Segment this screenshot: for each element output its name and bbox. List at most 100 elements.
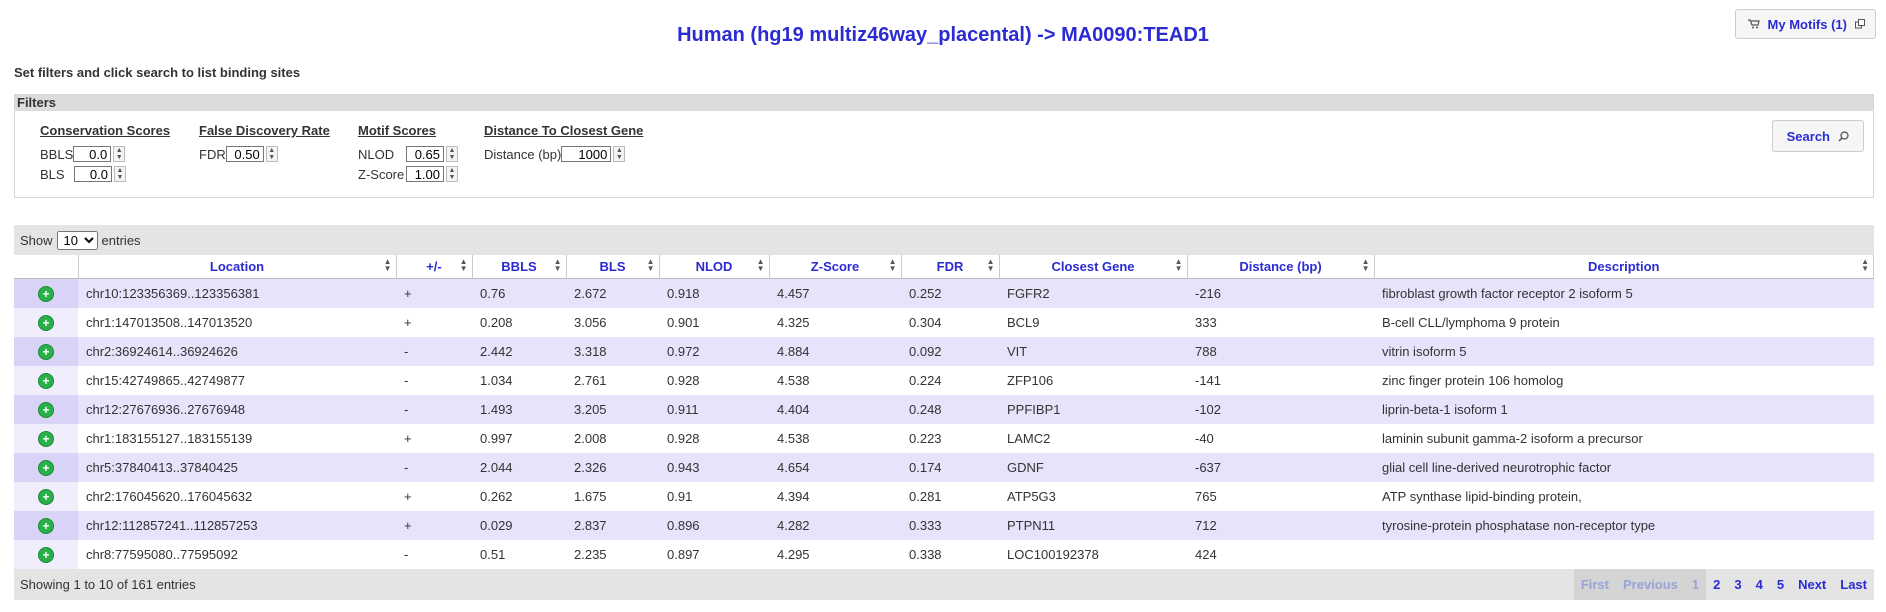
column-header[interactable]: NLOD ▲ ▼	[659, 255, 770, 279]
add-motif-icon[interactable]: +	[39, 432, 53, 446]
next-page-button[interactable]: Next	[1791, 577, 1833, 592]
sort-icon[interactable]: ▲ ▼	[1362, 258, 1370, 273]
distance-spinner[interactable]: ▲▼	[561, 145, 626, 163]
column-header[interactable]: +/- ▲ ▼	[396, 255, 473, 279]
zscore-input[interactable]	[406, 166, 444, 182]
sort-icon[interactable]: ▲ ▼	[889, 258, 897, 273]
sort-icon[interactable]: ▲ ▼	[647, 258, 655, 273]
table-row[interactable]: + chr12:27676936..27676948-1.493 3.205 0.91…	[14, 395, 1874, 424]
table-cell: 0.918	[659, 278, 769, 308]
column-header[interactable]: Distance (bp) ▲ ▼	[1187, 255, 1375, 279]
add-motif-icon[interactable]: +	[39, 316, 53, 330]
column-header[interactable]: Closest Gene ▲ ▼	[999, 255, 1188, 279]
spinner-arrows-icon[interactable]: ▲ ▼	[265, 146, 278, 162]
page-2-button[interactable]: 2	[1706, 577, 1727, 592]
spinner-arrows-icon[interactable]: ▲ ▼	[613, 146, 626, 162]
table-cell: chr12:112857241..112857253	[78, 511, 396, 540]
bls-input[interactable]	[74, 166, 112, 182]
page-1-button[interactable]: 1	[1685, 577, 1706, 592]
column-header[interactable]: BLS ▲ ▼	[566, 255, 660, 279]
table-cell: 0.928	[659, 424, 769, 453]
column-header[interactable]: BBLS ▲ ▼	[472, 255, 567, 279]
sort-icon[interactable]: ▲ ▼	[460, 258, 468, 273]
zscore-spinner[interactable]: ▲▼	[406, 165, 458, 183]
bls-spinner[interactable]: ▲▼	[74, 165, 126, 183]
sort-icon[interactable]: ▲ ▼	[1861, 258, 1869, 273]
spinner-arrows-icon[interactable]: ▲ ▼	[446, 166, 458, 182]
table-cell: -637	[1187, 453, 1374, 482]
table-cell: 4.538	[769, 424, 901, 453]
last-page-button[interactable]: Last	[1833, 577, 1874, 592]
add-motif-icon[interactable]: +	[39, 519, 53, 533]
column-header[interactable]: Location ▲ ▼	[78, 255, 397, 279]
table-cell: LOC100192378	[999, 540, 1187, 569]
sort-icon[interactable]: ▲ ▼	[384, 258, 392, 273]
bbls-spinner[interactable]: ▲▼	[73, 145, 126, 163]
spinner-arrows-icon[interactable]: ▲ ▼	[114, 166, 126, 182]
table-cell: 0.928	[659, 366, 769, 395]
table-cell: 712	[1187, 511, 1374, 540]
nlod-input[interactable]	[406, 146, 444, 162]
table-cell: 4.325	[769, 308, 901, 337]
page-title: Human (hg19 multiz46way_placental) -> MA…	[677, 24, 1209, 46]
distance-input[interactable]	[561, 146, 612, 162]
table-cell	[1374, 540, 1874, 569]
sort-icon[interactable]: ▲ ▼	[987, 258, 995, 273]
pagination: First Previous 1 2 3 4 5 Next Last	[1573, 569, 1874, 600]
sort-icon[interactable]: ▲ ▼	[757, 258, 765, 273]
table-cell: 4.654	[769, 453, 901, 482]
motif-filter-group: Motif Scores NLOD ▲▼ Z-Score ▲▼	[358, 123, 458, 184]
table-cell: 3.205	[566, 395, 659, 424]
table-cell: 0.029	[472, 511, 566, 540]
previous-page-button[interactable]: Previous	[1616, 577, 1685, 592]
add-motif-icon[interactable]: +	[39, 287, 53, 301]
add-motif-icon[interactable]: +	[39, 490, 53, 504]
search-button[interactable]: Search	[1771, 120, 1864, 152]
table-row[interactable]: + chr10:123356369..123356381 +0.76 2.672 0.9…	[14, 278, 1874, 308]
table-cell: laminin subunit gamma-2 isoform a precur…	[1374, 424, 1874, 453]
page-4-button[interactable]: 4	[1749, 577, 1770, 592]
table-cell: 0.252	[901, 278, 999, 308]
first-page-button[interactable]: First	[1574, 577, 1616, 592]
sort-icon[interactable]: ▲ ▼	[1175, 258, 1183, 273]
column-header[interactable]: Z-Score ▲ ▼	[769, 255, 902, 279]
page-size-select[interactable]: 10	[56, 230, 98, 250]
table-row[interactable]: + chr8:77595080..77595092-0.51 2.235 0.897 4…	[14, 540, 1874, 569]
table-cell: -	[396, 540, 472, 569]
table-cell: -216	[1187, 278, 1374, 308]
table-row[interactable]: + chr12:112857241..112857253 +0.029 2.837 0.…	[14, 511, 1874, 540]
table-cell: 0.997	[472, 424, 566, 453]
add-motif-icon[interactable]: +	[39, 548, 53, 562]
spinner-arrows-icon[interactable]: ▲ ▼	[446, 146, 458, 162]
table-cell: 0.896	[659, 511, 769, 540]
fdr-filter-group: False Discovery Rate FDR ▲▼	[199, 123, 330, 164]
zscore-label: Z-Score	[358, 166, 405, 182]
add-motif-icon[interactable]: +	[39, 374, 53, 388]
fdr-input[interactable]	[225, 146, 264, 162]
bbls-input[interactable]	[73, 146, 112, 162]
spinner-arrows-icon[interactable]: ▲ ▼	[113, 146, 126, 162]
column-header[interactable]: FDR ▲ ▼	[901, 255, 1000, 279]
table-cell: FGFR2	[999, 278, 1187, 308]
table-row[interactable]: + chr1:183155127..183155139 +0.997 2.008 0.9…	[14, 424, 1874, 453]
table-row[interactable]: + chr2:36924614..36924626-2.442 3.318 0.972…	[14, 337, 1874, 366]
my-motifs-button[interactable]: My Motifs (1)	[1734, 9, 1876, 39]
nlod-spinner[interactable]: ▲▼	[406, 145, 458, 163]
add-cell: +	[14, 424, 78, 453]
table-row[interactable]: + chr5:37840413..37840425-2.044 2.326 0.943…	[14, 453, 1874, 482]
table-row[interactable]: + chr1:147013508..147013520 +0.208 3.056 0.9…	[14, 308, 1874, 337]
table-row[interactable]: + chr2:176045620..176045632 +0.262 1.675 0.9…	[14, 482, 1874, 511]
column-header[interactable]: Description ▲ ▼	[1374, 255, 1874, 279]
fdr-spinner[interactable]: ▲▼	[225, 145, 278, 163]
add-motif-icon[interactable]: +	[39, 461, 53, 475]
page-3-button[interactable]: 3	[1727, 577, 1748, 592]
pagination-disabled-group: First Previous 1	[1573, 569, 1707, 600]
bbls-label: BBLS	[40, 146, 74, 162]
add-motif-icon[interactable]: +	[39, 403, 53, 417]
sort-icon[interactable]: ▲ ▼	[554, 258, 562, 273]
table-cell: 0.248	[901, 395, 999, 424]
table-row[interactable]: + chr15:42749865..42749877-1.034 2.761 0.92…	[14, 366, 1874, 395]
page-5-button[interactable]: 5	[1770, 577, 1791, 592]
add-motif-icon[interactable]: +	[39, 345, 53, 359]
table-cell: 4.282	[769, 511, 901, 540]
